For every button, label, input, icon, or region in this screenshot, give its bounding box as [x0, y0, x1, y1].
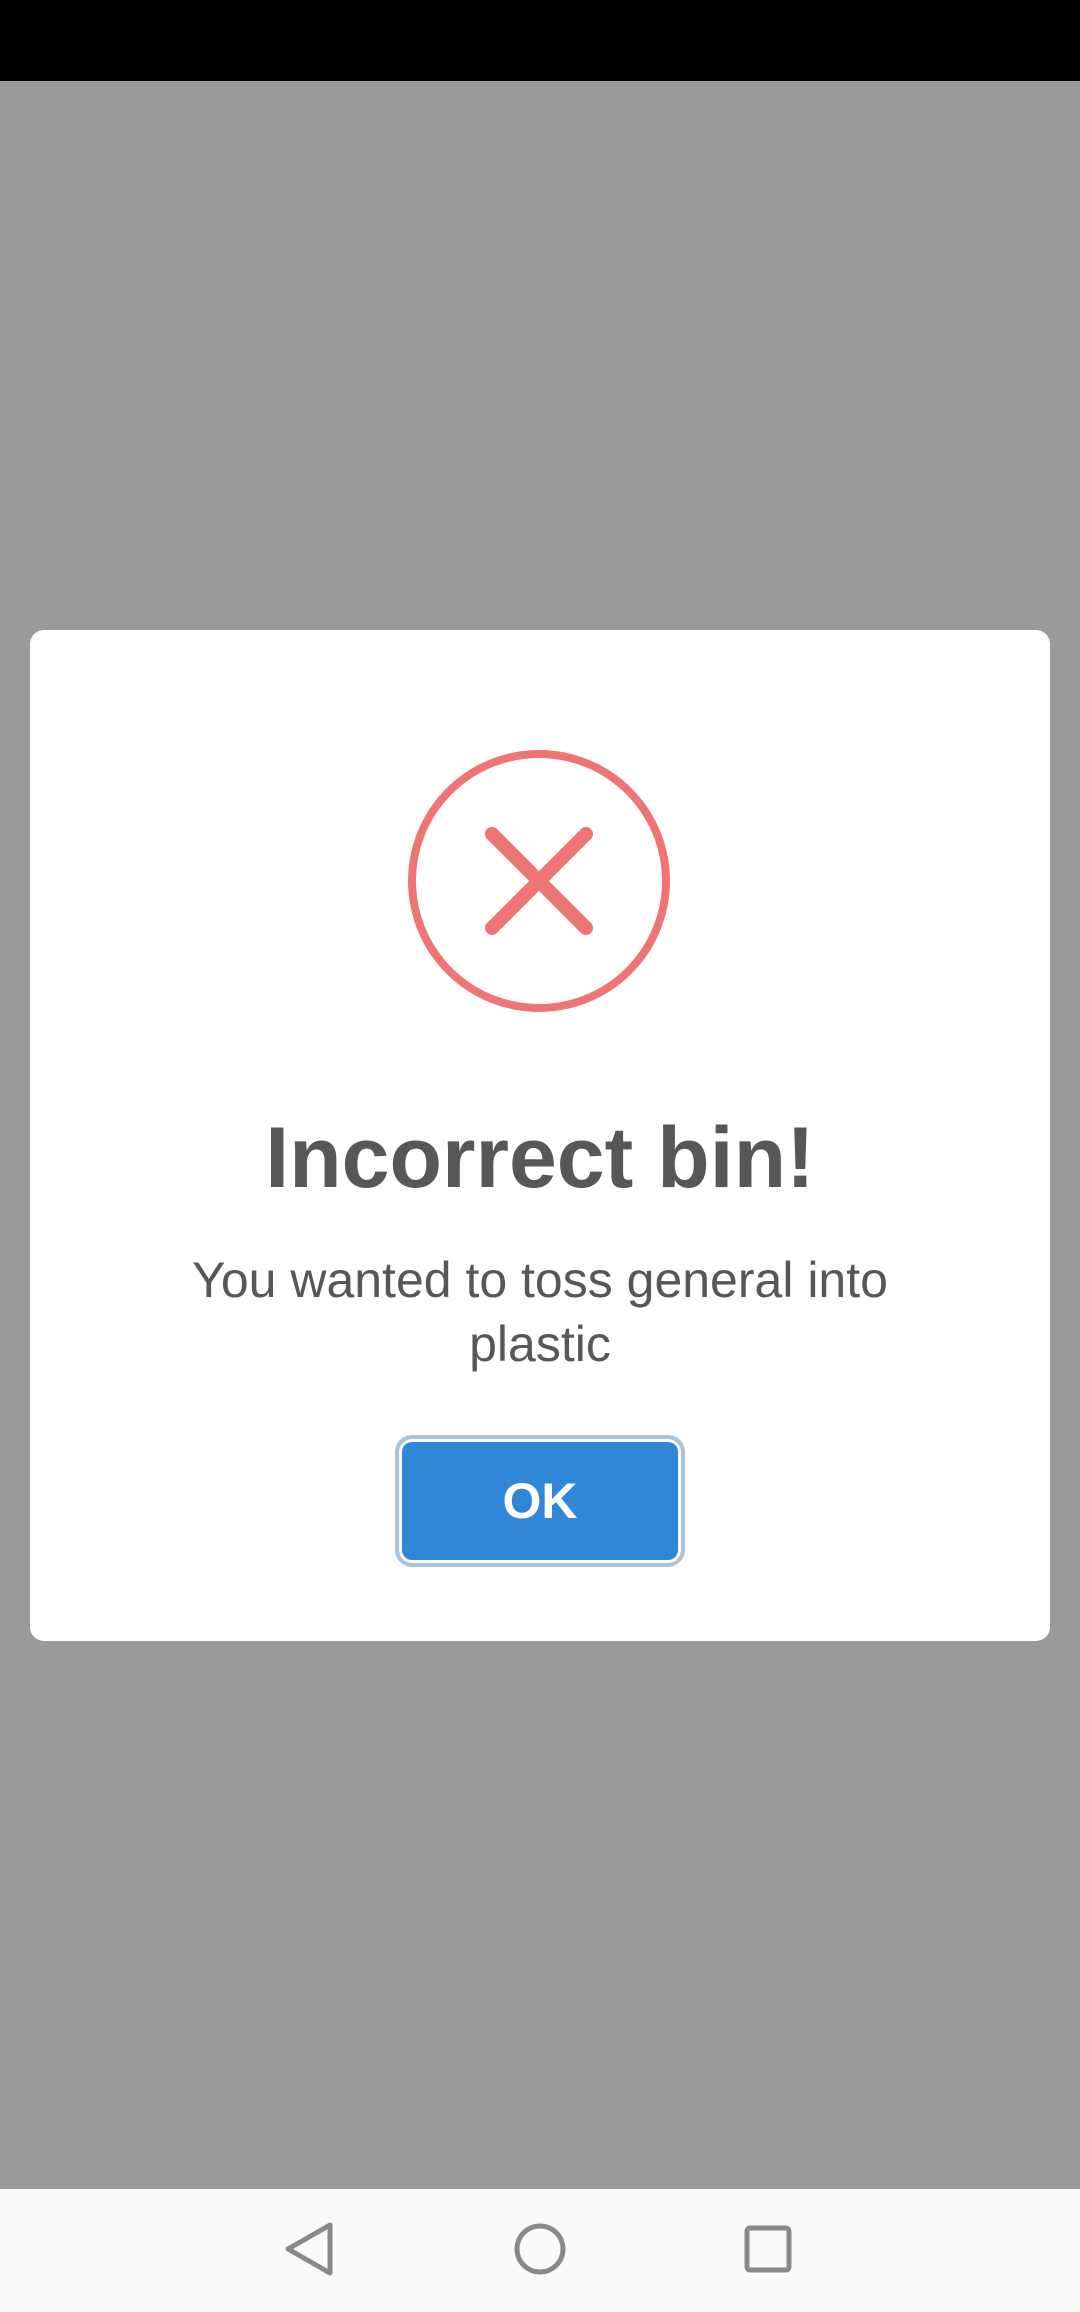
- system-navigation-bar: [0, 2189, 1080, 2312]
- ok-button[interactable]: OK: [402, 1442, 678, 1560]
- back-triangle-icon[interactable]: [270, 2209, 350, 2289]
- recents-square-icon[interactable]: [728, 2209, 808, 2289]
- status-bar: [0, 0, 1080, 81]
- dialog-title: Incorrect bin!: [265, 1110, 815, 1206]
- home-circle-icon[interactable]: [500, 2209, 580, 2289]
- dialog-message: You wanted to toss general into plastic: [192, 1252, 888, 1372]
- alert-dialog: Incorrect bin! You wanted to toss genera…: [30, 630, 1050, 1641]
- error-x-circle-icon: [408, 750, 670, 1012]
- app-screen: Incorrect bin! You wanted to toss genera…: [0, 0, 1080, 2312]
